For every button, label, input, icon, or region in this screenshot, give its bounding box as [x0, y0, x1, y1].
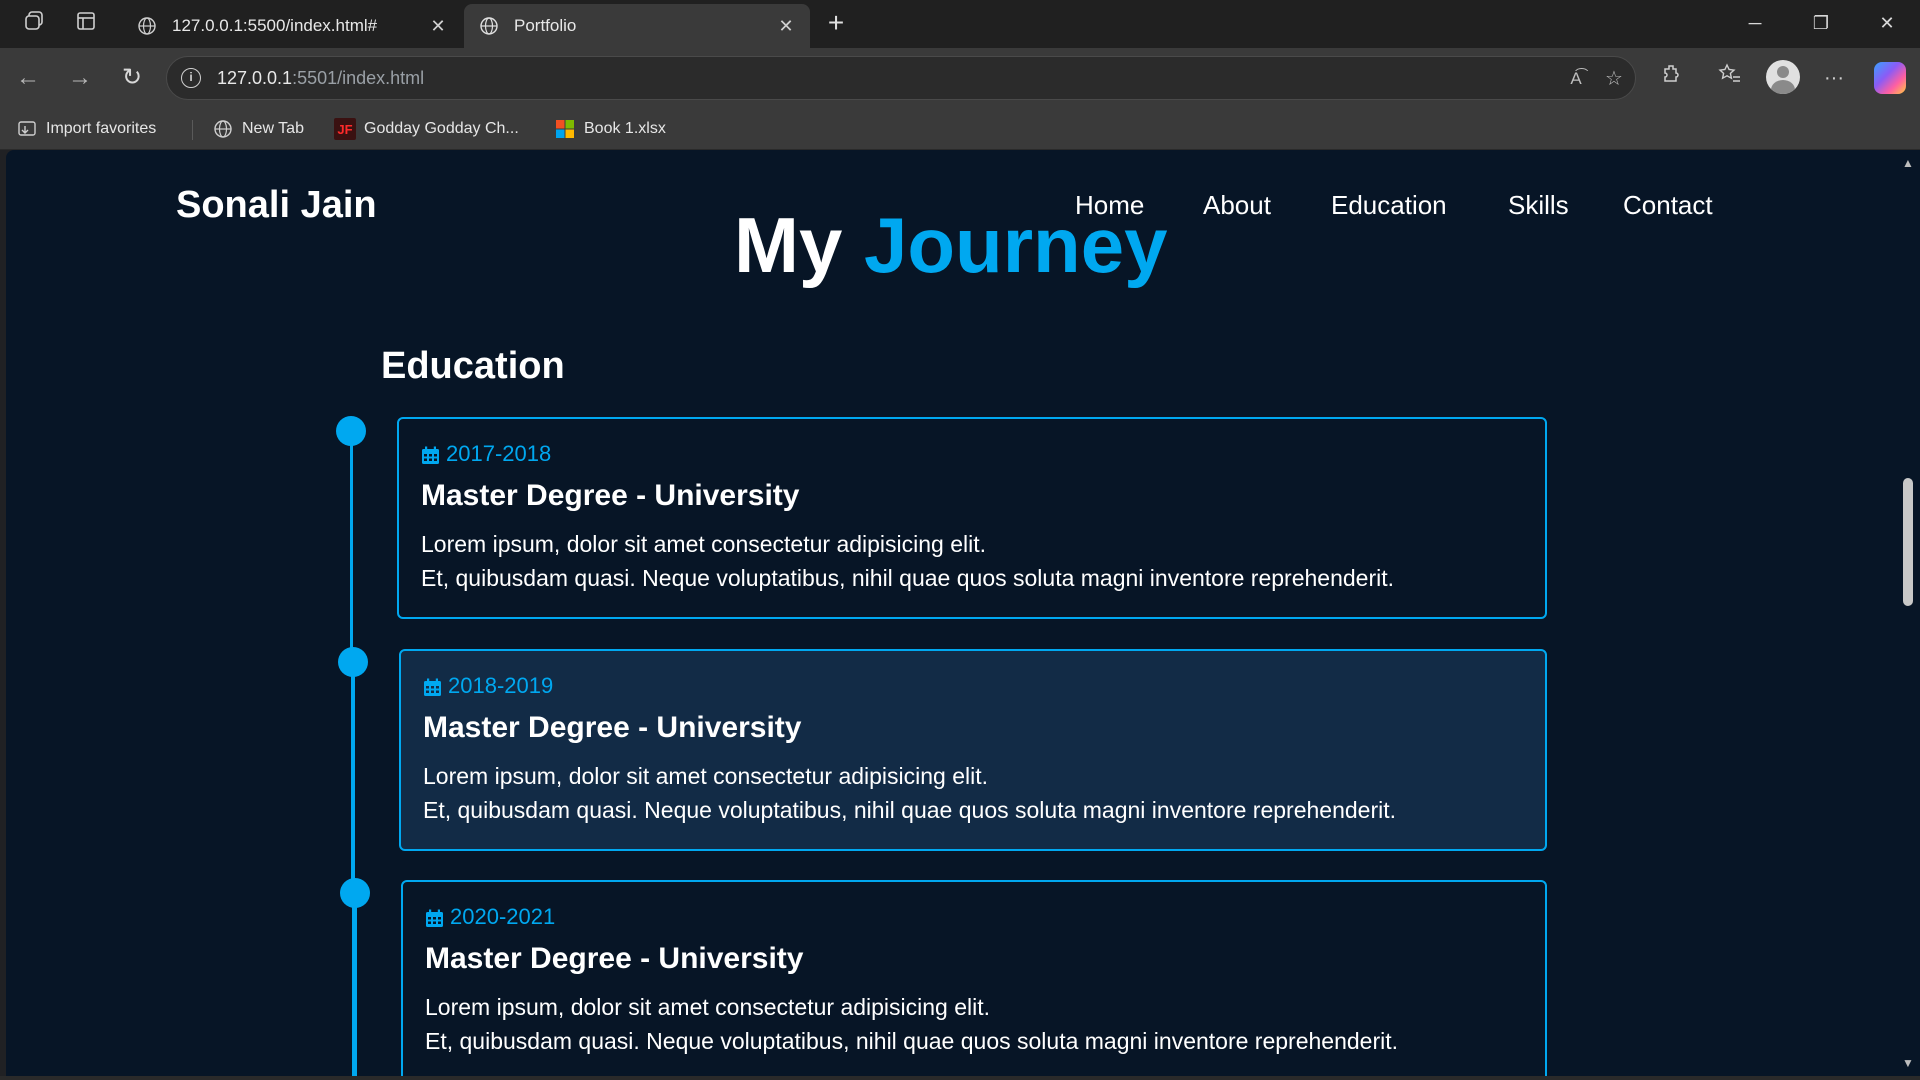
scroll-up-arrow-icon[interactable]: ▲ [1902, 156, 1914, 170]
globe-icon [136, 15, 158, 37]
bookmark-label: Import favorites [46, 120, 157, 137]
globe-icon [212, 118, 234, 140]
nav-skills[interactable]: Skills [1508, 190, 1569, 221]
url-host: 127.0.0.1 [217, 68, 293, 88]
extensions-icon[interactable] [1656, 62, 1688, 94]
tab-portfolio[interactable]: Portfolio ✕ [464, 4, 810, 48]
page-title: My Journey [734, 200, 1167, 291]
timeline-dot [336, 416, 366, 446]
back-arrow-icon[interactable]: ← [12, 62, 44, 94]
timeline-line [350, 430, 353, 662]
bookmark-book1[interactable]: Book 1.xlsx [554, 116, 666, 142]
bookmark-new-tab[interactable]: New Tab [212, 116, 304, 142]
description-line: Lorem ipsum, dolor sit amet consectetur … [423, 763, 989, 789]
bookmark-godday[interactable]: JF Godday Godday Ch... [334, 116, 519, 142]
calendar-icon [425, 908, 444, 927]
bookmark-import-favorites[interactable]: Import favorites [16, 116, 156, 142]
bookmark-label: New Tab [242, 120, 304, 137]
favorite-star-icon[interactable]: ☆ [1601, 66, 1627, 92]
nav-contact[interactable]: Contact [1623, 190, 1713, 221]
site-info-icon[interactable]: i [181, 68, 201, 88]
education-card-hovered: 2018-2019 Master Degree - University Lor… [399, 649, 1547, 851]
close-tab-icon[interactable]: ✕ [424, 16, 452, 37]
import-icon [16, 118, 38, 140]
page-viewport: Sonali Jain Home About Education Skills … [6, 150, 1896, 1076]
bookmark-label: Book 1.xlsx [584, 120, 666, 137]
scroll-down-arrow-icon[interactable]: ▼ [1902, 1056, 1914, 1070]
more-options-icon[interactable]: ··· [1818, 62, 1850, 94]
globe-icon [478, 15, 500, 37]
close-tab-icon[interactable]: ✕ [772, 16, 800, 37]
calendar-icon [423, 677, 442, 696]
page-scrollbar[interactable]: ▲ ▼ [1896, 150, 1920, 1076]
restore-icon[interactable]: ❐ [1788, 0, 1854, 48]
page-title-accent: Journey [864, 201, 1168, 289]
jf-logo-icon: JF [334, 118, 356, 140]
description-line: Et, quibusdam quasi. Neque voluptatibus,… [425, 1028, 1399, 1054]
refresh-icon[interactable]: ↻ [116, 62, 148, 94]
favorites-list-icon[interactable] [1714, 62, 1746, 94]
copilot-icon[interactable] [1874, 62, 1906, 94]
nav-about[interactable]: About [1203, 190, 1271, 221]
timeline-dot [338, 647, 368, 677]
description-line: Lorem ipsum, dolor sit amet consectetur … [421, 531, 987, 557]
new-tab-plus-icon[interactable]: + [820, 8, 852, 40]
tab-bar: 127.0.0.1:5500/index.html# ✕ Portfolio ✕… [0, 0, 1920, 48]
tab-title: Portfolio [514, 16, 577, 35]
favorites-bar: Import favorites New Tab JF Godday Godda… [0, 108, 1920, 150]
url-path: :5501/index.html [292, 68, 425, 88]
year-label: 2018-2019 [448, 673, 554, 698]
address-url[interactable]: 127.0.0.1:5501/index.html [217, 68, 424, 89]
site-brand[interactable]: Sonali Jain [176, 184, 377, 227]
forward-arrow-icon[interactable]: → [64, 62, 96, 94]
tab-title: 127.0.0.1:5500/index.html# [172, 16, 378, 35]
description-line: Et, quibusdam quasi. Neque voluptatibus,… [421, 565, 1395, 591]
section-heading: Education [381, 345, 565, 387]
description-line: Et, quibusdam quasi. Neque voluptatibus,… [423, 797, 1397, 823]
microsoft-logo-icon [554, 118, 576, 140]
education-card: 2017-2018 Master Degree - University Lor… [397, 417, 1547, 619]
education-card: 2020-2021 Master Degree - University Lor… [401, 880, 1547, 1076]
year-label: 2020-2021 [450, 904, 556, 929]
description-line: Lorem ipsum, dolor sit amet consectetur … [425, 994, 991, 1020]
minimize-icon[interactable]: ─ [1722, 0, 1788, 48]
tab-localhost-5500[interactable]: 127.0.0.1:5500/index.html# ✕ [122, 4, 462, 48]
profile-avatar-icon[interactable] [1766, 60, 1800, 94]
year-label: 2017-2018 [446, 441, 552, 466]
address-bar[interactable]: i 127.0.0.1:5501/index.html A͡ ☆ [166, 56, 1636, 100]
read-aloud-icon[interactable]: A͡ [1563, 66, 1589, 92]
nav-education[interactable]: Education [1331, 190, 1447, 221]
workspaces-icon[interactable] [20, 10, 48, 38]
degree-title: Master Degree - University [425, 942, 804, 975]
degree-title: Master Degree - University [423, 711, 802, 744]
card-year: 2020-2021 [425, 904, 1523, 930]
timeline-dot [340, 878, 370, 908]
timeline-line [351, 662, 355, 894]
window-bottom-edge [0, 1076, 1920, 1080]
tab-actions-icon[interactable] [72, 10, 100, 38]
bookmark-divider [192, 120, 193, 140]
close-window-icon[interactable]: ✕ [1854, 0, 1920, 48]
card-year: 2017-2018 [421, 441, 1523, 467]
card-year: 2018-2019 [423, 673, 1523, 699]
scrollbar-thumb[interactable] [1903, 478, 1913, 606]
degree-title: Master Degree - University [421, 479, 800, 512]
toolbar: ← → ↻ i 127.0.0.1:5501/index.html A͡ ☆ ·… [0, 48, 1920, 108]
timeline-line [352, 894, 357, 1076]
calendar-icon [421, 445, 440, 464]
bookmark-label: Godday Godday Ch... [364, 120, 519, 137]
page-title-white: My [734, 201, 843, 289]
